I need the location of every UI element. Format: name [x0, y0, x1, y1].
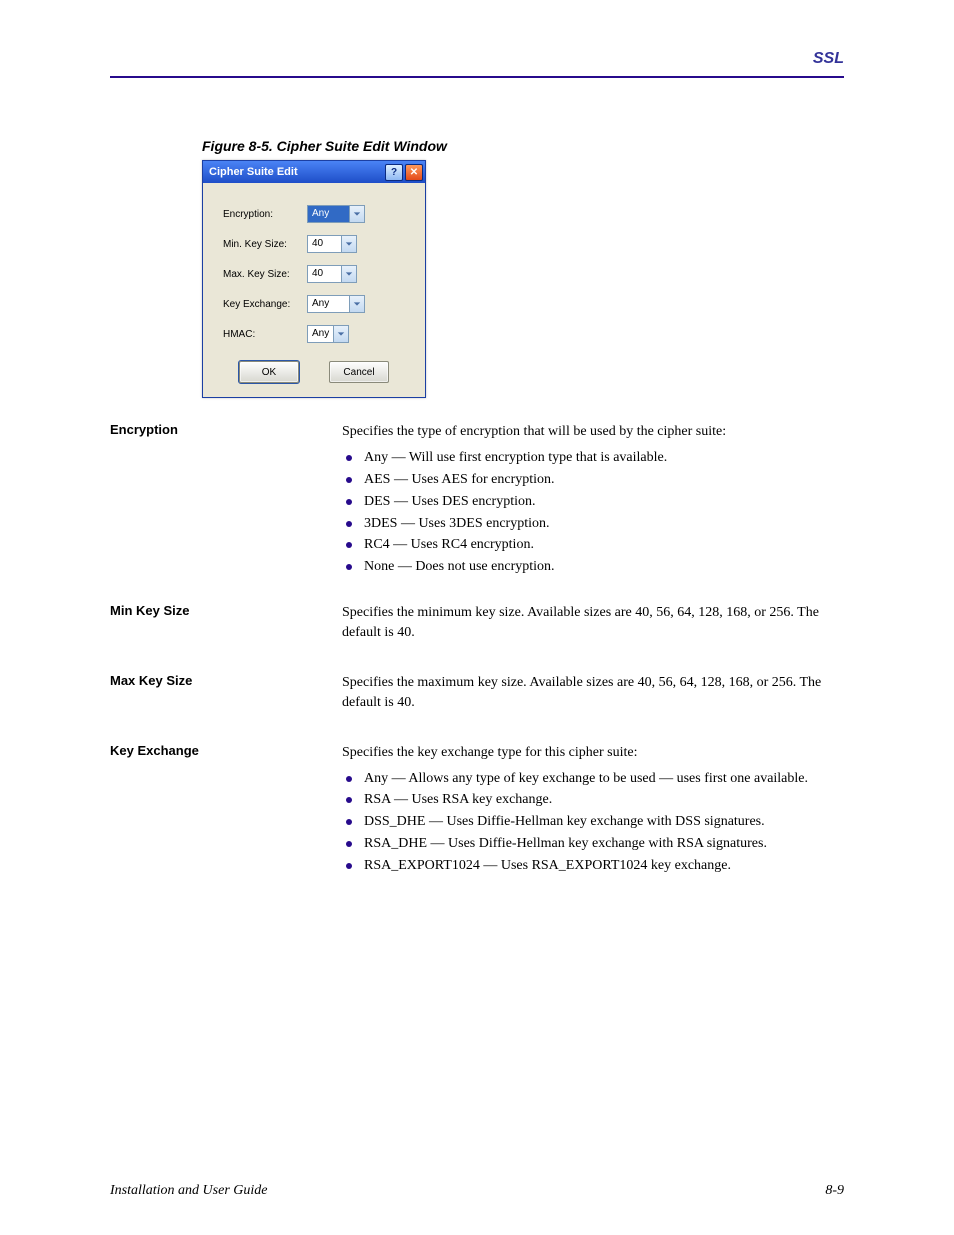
- list-item: DSS_DHE — Uses Diffie-Hellman key exchan…: [342, 812, 844, 832]
- dropdown[interactable]: 40: [307, 265, 357, 283]
- definition-block: Key ExchangeSpecifies the key exchange t…: [110, 743, 844, 878]
- dropdown-value: Any: [308, 206, 349, 222]
- definition-block: Max Key SizeSpecifies the maximum key si…: [110, 673, 844, 719]
- ok-button[interactable]: OK: [239, 361, 299, 383]
- page-footer: Installation and User Guide 8-9: [110, 1183, 844, 1199]
- definition-lead: Specifies the key exchange type for this…: [342, 743, 844, 763]
- definition-desc: Specifies the minimum key size. Availabl…: [342, 603, 844, 649]
- dialog-row: Encryption:Any: [223, 205, 405, 223]
- dropdown-value: 40: [308, 266, 341, 282]
- definition-term: Encryption: [110, 422, 342, 579]
- definition-block: Min Key SizeSpecifies the minimum key si…: [110, 603, 844, 649]
- definition-term: Max Key Size: [110, 673, 342, 719]
- list-item: None — Does not use encryption.: [342, 557, 844, 577]
- field-label: HMAC:: [223, 329, 307, 340]
- list-item: RSA — Uses RSA key exchange.: [342, 790, 844, 810]
- header-rule: [110, 76, 844, 78]
- field-label: Min. Key Size:: [223, 239, 307, 250]
- field-label: Key Exchange:: [223, 299, 307, 310]
- chevron-down-icon: [341, 266, 356, 282]
- field-label: Max. Key Size:: [223, 269, 307, 280]
- footer-left: Installation and User Guide: [110, 1183, 268, 1199]
- titlebar-buttons: ? ✕: [385, 164, 423, 181]
- chevron-down-icon: [349, 206, 364, 222]
- close-icon: ✕: [410, 167, 418, 178]
- dialog-row: Min. Key Size:40: [223, 235, 405, 253]
- close-button[interactable]: ✕: [405, 164, 423, 181]
- definition-list: Any — Allows any type of key exchange to…: [342, 769, 844, 876]
- dropdown[interactable]: Any: [307, 295, 365, 313]
- dropdown[interactable]: Any: [307, 325, 349, 343]
- cancel-button[interactable]: Cancel: [329, 361, 389, 383]
- dialog-titlebar[interactable]: Cipher Suite Edit ? ✕: [203, 161, 425, 183]
- definitions: EncryptionSpecifies the type of encrypti…: [110, 422, 844, 878]
- dropdown-value: Any: [308, 326, 333, 342]
- list-item: RC4 — Uses RC4 encryption.: [342, 535, 844, 555]
- dialog-button-row: OK Cancel: [223, 361, 405, 383]
- list-item: RSA_EXPORT1024 — Uses RSA_EXPORT1024 key…: [342, 856, 844, 876]
- dialog-body: Encryption:AnyMin. Key Size:40Max. Key S…: [203, 183, 425, 397]
- definition-desc: Specifies the key exchange type for this…: [342, 743, 844, 878]
- figure-caption: Figure 8-5. Cipher Suite Edit Window: [202, 138, 844, 154]
- dialog-row: Key Exchange:Any: [223, 295, 405, 313]
- dialog-title: Cipher Suite Edit: [209, 166, 298, 178]
- list-item: AES — Uses AES for encryption.: [342, 470, 844, 490]
- field-label: Encryption:: [223, 209, 307, 220]
- definition-term: Key Exchange: [110, 743, 342, 878]
- chevron-down-icon: [333, 326, 348, 342]
- definition-lead: Specifies the type of encryption that wi…: [342, 422, 844, 442]
- chevron-down-icon: [341, 236, 356, 252]
- help-button[interactable]: ?: [385, 164, 403, 181]
- footer-right: 8-9: [825, 1183, 844, 1199]
- ok-label: OK: [262, 367, 276, 378]
- dialog-row: HMAC:Any: [223, 325, 405, 343]
- definition-list: Any — Will use first encryption type tha…: [342, 448, 844, 577]
- definition-desc: Specifies the type of encryption that wi…: [342, 422, 844, 579]
- cipher-suite-edit-dialog: Cipher Suite Edit ? ✕ Encryption:AnyMin.…: [202, 160, 426, 398]
- list-item: RSA_DHE — Uses Diffie-Hellman key exchan…: [342, 834, 844, 854]
- list-item: Any — Will use first encryption type tha…: [342, 448, 844, 468]
- list-item: DES — Uses DES encryption.: [342, 492, 844, 512]
- page: SSL Figure 8-5. Cipher Suite Edit Window…: [0, 0, 954, 1235]
- definition-lead: Specifies the maximum key size. Availabl…: [342, 673, 844, 713]
- help-icon: ?: [391, 167, 397, 178]
- definition-lead: Specifies the minimum key size. Availabl…: [342, 603, 844, 643]
- dropdown[interactable]: Any: [307, 205, 365, 223]
- dropdown-value: 40: [308, 236, 341, 252]
- dialog-row: Max. Key Size:40: [223, 265, 405, 283]
- cancel-label: Cancel: [343, 367, 374, 378]
- chevron-down-icon: [349, 296, 364, 312]
- definition-term: Min Key Size: [110, 603, 342, 649]
- list-item: Any — Allows any type of key exchange to…: [342, 769, 844, 789]
- definition-block: EncryptionSpecifies the type of encrypti…: [110, 422, 844, 579]
- definition-desc: Specifies the maximum key size. Availabl…: [342, 673, 844, 719]
- dropdown[interactable]: 40: [307, 235, 357, 253]
- dropdown-value: Any: [308, 296, 349, 312]
- list-item: 3DES — Uses 3DES encryption.: [342, 514, 844, 534]
- running-head: SSL: [110, 50, 844, 68]
